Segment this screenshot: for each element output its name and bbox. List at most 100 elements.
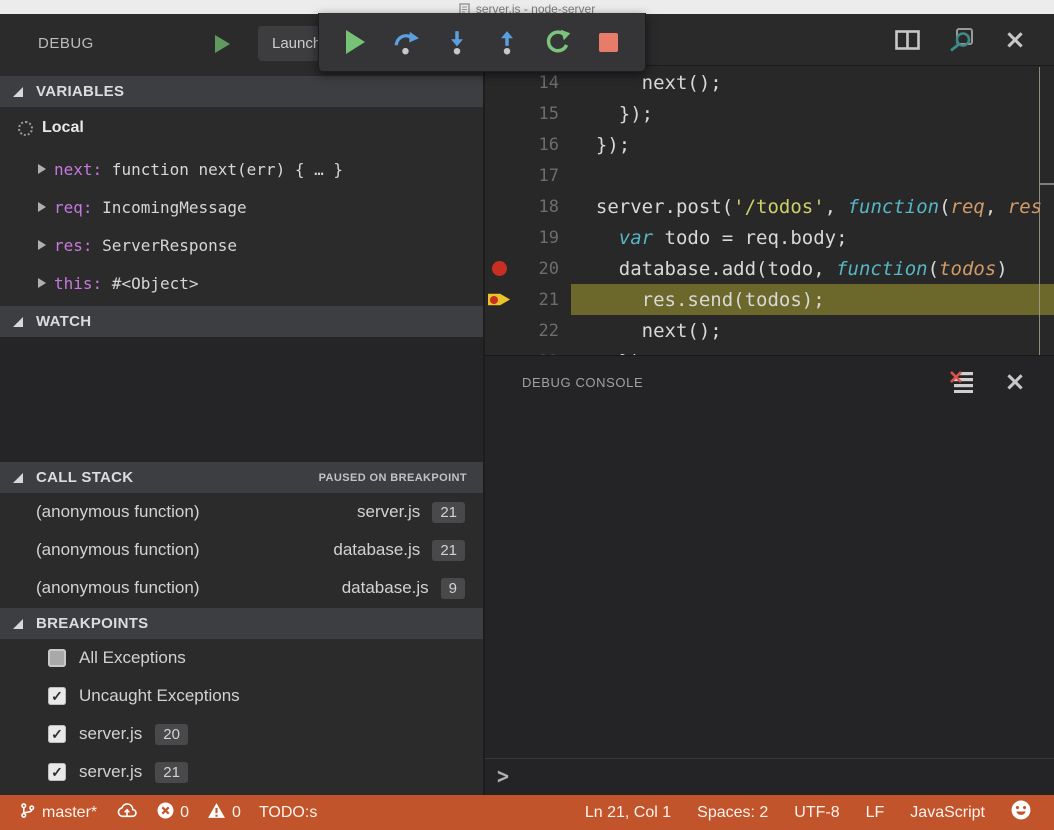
code-text: next(); [559,320,722,342]
status-item[interactable]: JavaScript [897,795,998,830]
start-debug-icon[interactable] [215,35,230,53]
split-editor-button[interactable] [892,25,922,55]
step-out-button[interactable] [489,24,525,60]
code-line[interactable]: 17 [485,160,1054,191]
stack-frame-row[interactable]: (anonymous function)database.js9 [0,569,483,607]
expand-icon[interactable] [38,164,46,174]
breakpoint-checkbox[interactable]: ✓ [48,763,66,781]
breakpoint-row[interactable]: All Exceptions [0,639,483,677]
variable-name: req: [54,198,93,217]
watch-section-title: WATCH [36,313,91,330]
breakpoint-checkbox[interactable] [48,649,66,667]
code-text: }); [559,134,630,156]
breakpoints-section-header[interactable]: BREAKPOINTS [0,608,483,639]
code-line[interactable]: 22 next(); [485,315,1054,346]
line-number: 14 [519,73,559,93]
status-item[interactable]: Ln 21, Col 1 [572,795,684,830]
breakpoint-line-badge: 20 [155,724,188,745]
status-item[interactable]: UTF-8 [781,795,852,830]
current-instruction-breakpoint-icon[interactable] [488,292,510,307]
step-over-button[interactable] [388,24,424,60]
status-item[interactable]: master* [10,795,106,830]
code-line[interactable]: 23 }); [485,346,1054,355]
code-text: var todo = req.body; [559,227,848,249]
call-stack-section-title: CALL STACK [36,469,133,486]
breakpoint-row[interactable]: ✓Uncaught Exceptions [0,677,483,715]
code-line[interactable]: 16 }); [485,129,1054,160]
close-editor-button[interactable]: × [1000,25,1030,55]
watch-list [0,337,483,462]
variable-row[interactable]: req: IncomingMessage [0,190,483,224]
variable-row[interactable]: this: #<Object> [0,266,483,300]
expand-icon[interactable] [38,240,46,250]
continue-icon [346,30,365,54]
status-item[interactable] [106,795,148,830]
status-label: 0 [232,804,241,822]
code-line[interactable]: 19 var todo = req.body; [485,222,1054,253]
code-area[interactable]: 14 next(); 15 });16 });1718 server.post('… [485,67,1054,355]
breakpoint-label: server.js [79,724,142,744]
variable-row[interactable]: next: function next(err) { … } [0,152,483,186]
code-text: next(); [559,72,722,94]
line-number: 21 [519,290,559,310]
line-number: 20 [519,259,559,279]
status-bar: master* 0 0 TODO:s Ln 21, Col 1Spaces: 2 UTF… [0,795,1054,830]
status-item[interactable]: 0 [148,795,198,830]
status-label: master* [42,804,97,822]
stack-frame-row[interactable]: (anonymous function)database.js21 [0,531,483,569]
code-line[interactable]: 15 }); [485,98,1054,129]
stop-icon [599,33,618,52]
variable-value: #<Object> [102,274,198,293]
stack-frame-row[interactable]: (anonymous function)server.js21 [0,493,483,531]
collapse-icon [13,619,23,629]
console-input-row[interactable]: > [485,758,1054,792]
breakpoint-checkbox[interactable]: ✓ [48,725,66,743]
close-console-button[interactable]: × [1000,367,1030,397]
breakpoint-icon[interactable] [492,261,507,276]
preview-search-button[interactable] [946,25,976,55]
code-text: database.add(todo, function(todos) [559,258,1008,280]
status-item[interactable]: LF [853,795,898,830]
status-item[interactable]: TODO:s [250,795,326,830]
close-icon: × [1004,27,1026,53]
expand-icon[interactable] [38,278,46,288]
step-over-icon [392,29,420,55]
breakpoint-row[interactable]: ✓server.js21 [0,753,483,791]
status-item[interactable]: Spaces: 2 [684,795,781,830]
status-item[interactable]: 0 [198,795,250,830]
breakpoint-gutter[interactable] [485,292,519,307]
variable-row[interactable]: res: ServerResponse [0,228,483,262]
scope-row[interactable]: Local [0,112,483,144]
restart-button[interactable] [540,24,576,60]
watch-section-header[interactable]: WATCH [0,306,483,337]
code-line[interactable]: 21 res.send(todos); [485,284,1054,315]
frame-name: (anonymous function) [36,578,342,598]
frame-file: server.js [357,502,420,522]
continue-button[interactable] [337,24,373,60]
code-text: }); [559,351,653,356]
status-item[interactable] [998,795,1044,830]
spinner-icon [18,121,33,136]
call-stack-section-header[interactable]: CALL STACK PAUSED ON BREAKPOINT [0,462,483,493]
code-text: res.send(todos); [559,289,825,311]
step-into-button[interactable] [439,24,475,60]
status-label: UTF-8 [794,804,839,822]
breakpoint-row[interactable]: ✓ server.js 20 [0,715,483,753]
variable-value: IncomingMessage [93,198,247,217]
stop-button[interactable] [591,24,627,60]
title-bar: server.js - node-server [0,0,1054,14]
paused-status-badge: PAUSED ON BREAKPOINT [319,472,467,484]
breakpoints-section-title: BREAKPOINTS [36,615,148,632]
breakpoint-label: All Exceptions [79,648,186,668]
status-label: TODO:s [259,804,317,822]
code-text: server.post('/todos', function(req, res [559,196,1042,218]
expand-icon[interactable] [38,202,46,212]
breakpoint-gutter[interactable] [485,261,519,276]
breakpoint-checkbox[interactable]: ✓ [48,687,66,705]
variables-section-header[interactable]: VARIABLES [0,76,483,107]
clear-console-button[interactable] [946,367,976,397]
code-line[interactable]: 20 database.add(todo, function(todos) [485,253,1054,284]
debug-panel-title: DEBUG [38,35,94,52]
console-prompt-icon: > [497,762,509,788]
code-line[interactable]: 18 server.post('/todos', function(req, r… [485,191,1054,222]
